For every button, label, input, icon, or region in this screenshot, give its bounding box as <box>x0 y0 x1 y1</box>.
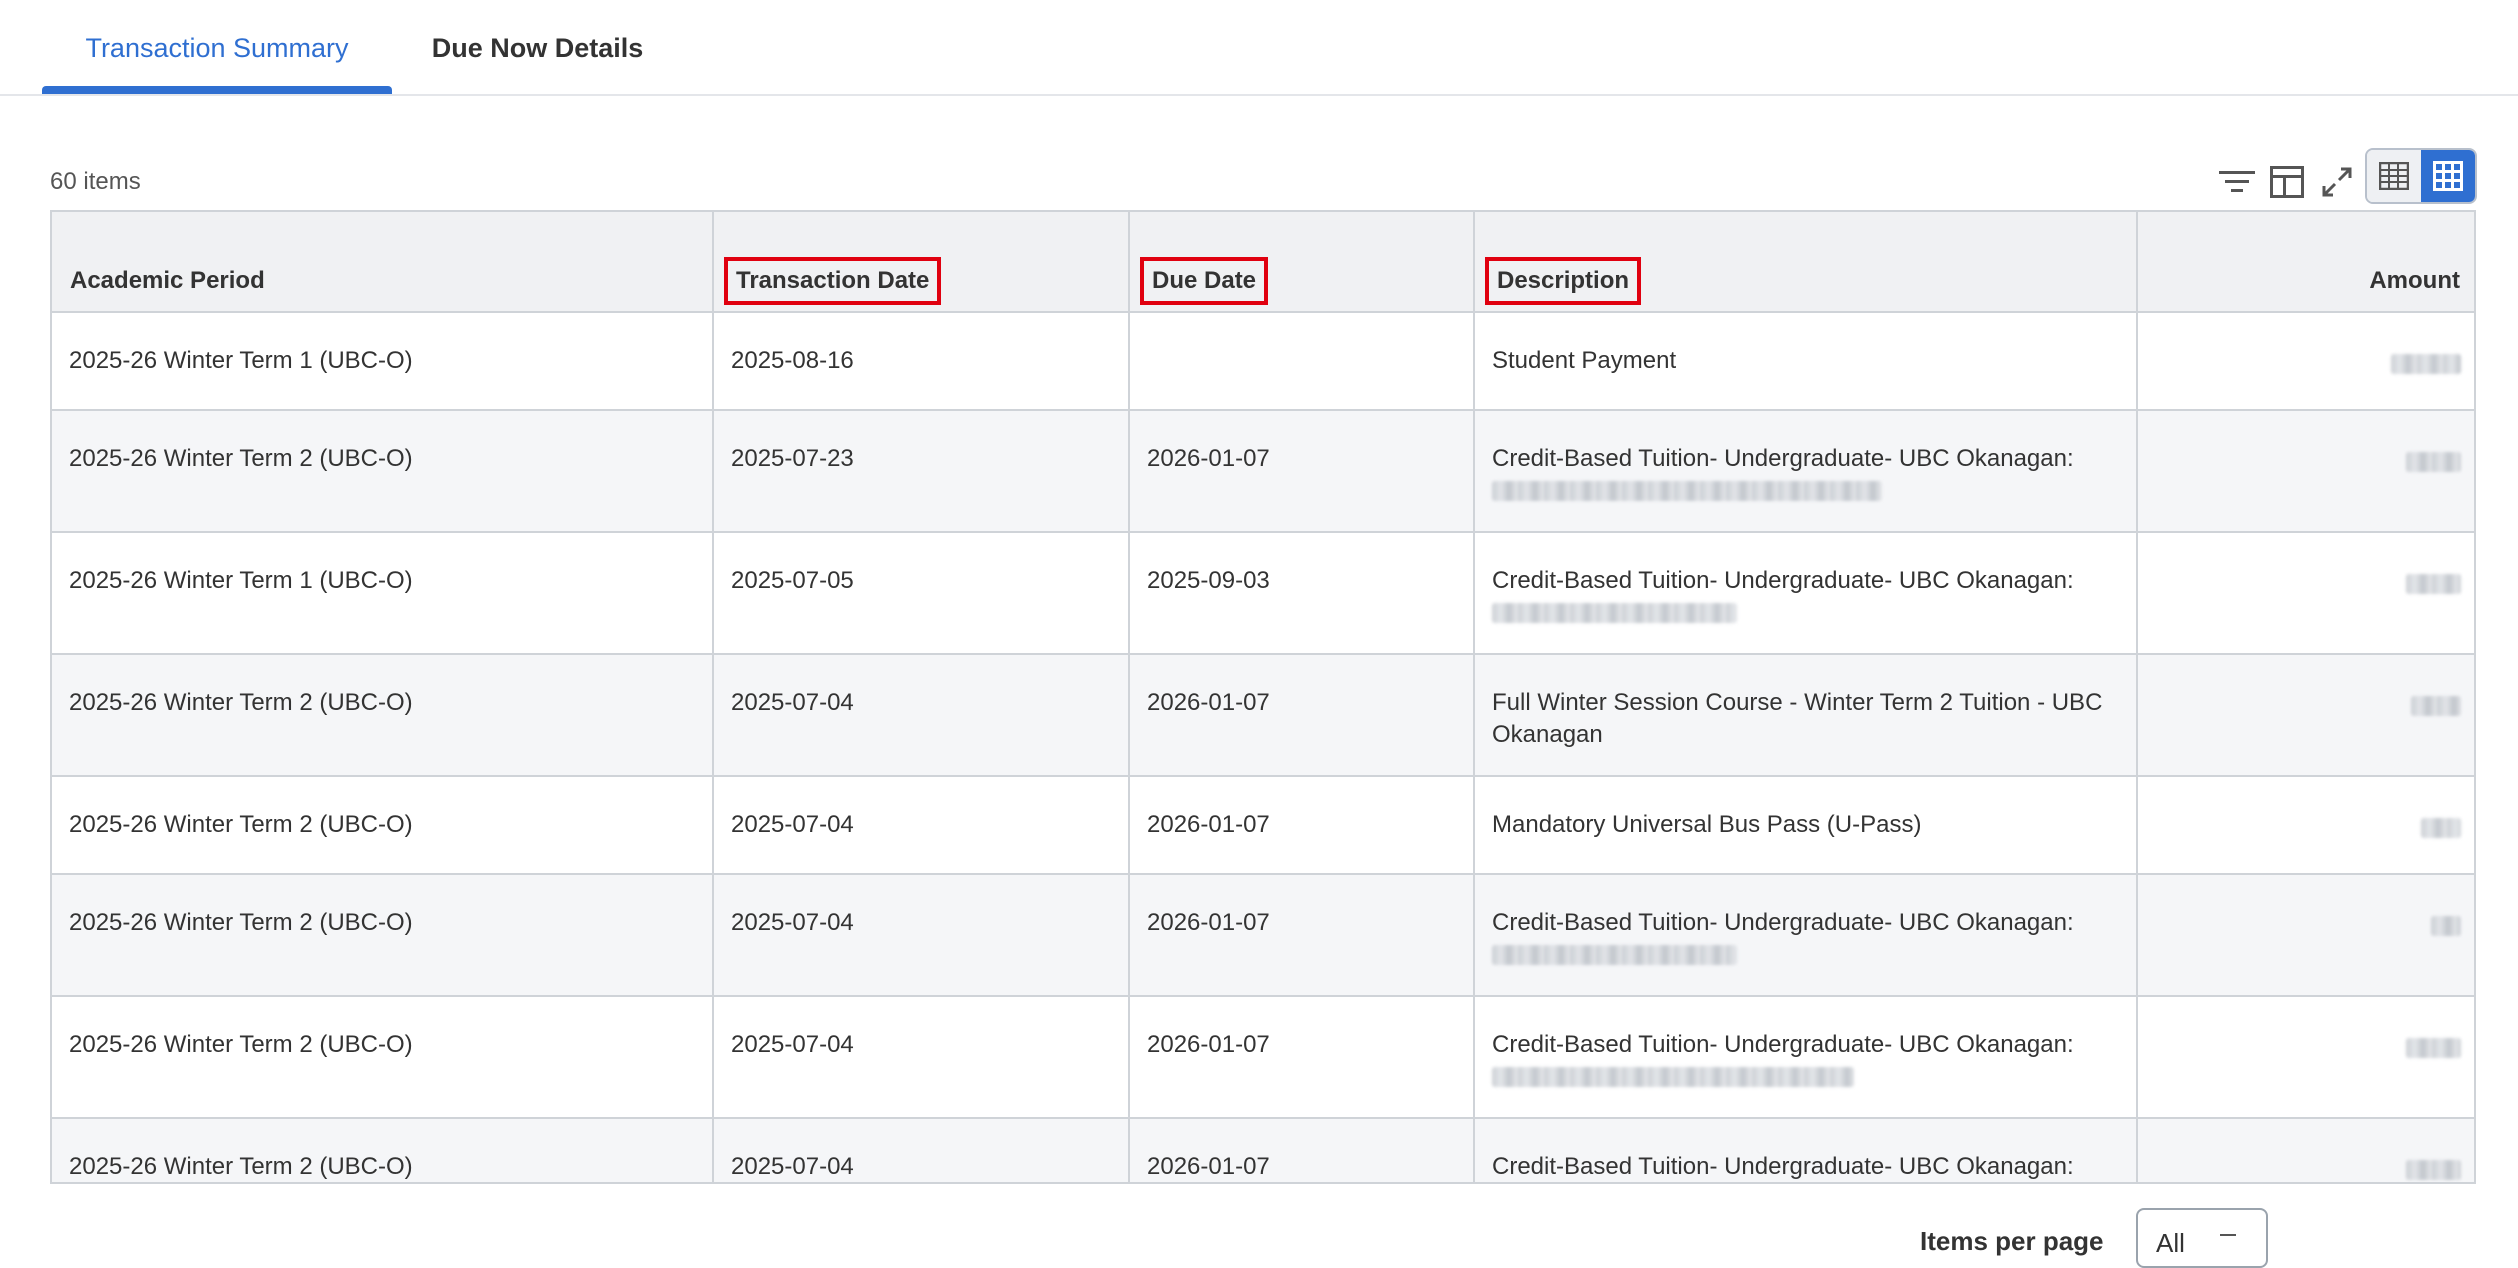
items-per-page-value: All <box>2156 1228 2185 1258</box>
table-view-icon[interactable] <box>2367 150 2421 202</box>
cell-transaction-date: 2025-07-05 <box>713 532 1130 655</box>
redacted-amount <box>2421 817 2461 838</box>
table-row[interactable]: 2025-26 Winter Term 1 (UBC-O) 2025-08-16 S… <box>52 312 2474 411</box>
cell-description: Credit-Based Tuition- Undergraduate- UBC… <box>1474 532 2138 655</box>
cell-transaction-date: 2025-07-04 <box>713 874 1130 997</box>
cell-description: Full Winter Session Course - Winter Term… <box>1474 654 2138 777</box>
cell-amount <box>2137 312 2474 411</box>
description-text: Credit-Based Tuition- Undergraduate- UBC… <box>1492 909 2074 936</box>
cell-due-date: 2026-01-07 <box>1129 996 1475 1119</box>
cell-due-date: 2026-01-07 <box>1129 776 1475 875</box>
tab-due-now-details[interactable]: Due Now Details <box>420 0 655 96</box>
cell-academic-period: 2025-26 Winter Term 2 (UBC-O) <box>52 874 714 997</box>
highlight-box: Description <box>1485 257 1642 305</box>
cell-due-date: 2026-01-07 <box>1129 654 1475 777</box>
cell-transaction-date: 2025-08-16 <box>713 312 1130 411</box>
cell-description: Credit-Based Tuition- Undergraduate- UBC… <box>1474 410 2138 533</box>
table-row[interactable]: 2025-26 Winter Term 2 (UBC-O) 2025-07-04 2… <box>52 654 2474 777</box>
redacted-amount <box>2406 451 2461 472</box>
redacted-course-code <box>1492 1067 1854 1087</box>
filter-icon[interactable] <box>2215 160 2259 204</box>
chevron-down-icon <box>2220 1234 2236 1236</box>
cell-academic-period: 2025-26 Winter Term 2 (UBC-O) <box>52 996 714 1119</box>
tab-label: Transaction Summary <box>85 32 349 63</box>
redacted-course-code <box>1492 481 1882 501</box>
redacted-amount <box>2391 353 2461 374</box>
highlight-box: Transaction Date <box>724 257 942 305</box>
column-header-transaction-date[interactable]: Transaction Date <box>713 212 1130 313</box>
cell-due-date: 2026-01-07 <box>1129 1118 1475 1182</box>
redacted-course-code <box>1492 945 1737 965</box>
grid-view-icon[interactable] <box>2421 150 2475 202</box>
description-text: Credit-Based Tuition- Undergraduate- UBC… <box>1492 567 2074 594</box>
cell-transaction-date: 2025-07-04 <box>713 776 1130 875</box>
table-row[interactable]: 2025-26 Winter Term 2 (UBC-O) 2025-07-04 2… <box>52 1118 2474 1182</box>
items-count: 60 items <box>50 168 141 195</box>
tab-transaction-summary[interactable]: Transaction Summary <box>42 0 392 96</box>
table-row[interactable]: 2025-26 Winter Term 2 (UBC-O) 2025-07-04 2… <box>52 776 2474 875</box>
description-text: Student Payment <box>1492 347 1677 374</box>
redacted-amount <box>2406 1159 2461 1180</box>
table-body: 2025-26 Winter Term 1 (UBC-O) 2025-08-16 S… <box>52 312 2474 1182</box>
cell-amount <box>2137 776 2474 875</box>
table-row[interactable]: 2025-26 Winter Term 2 (UBC-O) 2025-07-23 2… <box>52 410 2474 533</box>
cell-description: Credit-Based Tuition- Undergraduate- UBC… <box>1474 1118 2138 1182</box>
expand-icon[interactable] <box>2315 160 2359 204</box>
redacted-amount <box>2406 573 2461 594</box>
cell-due-date: 2026-01-07 <box>1129 410 1475 533</box>
cell-academic-period: 2025-26 Winter Term 2 (UBC-O) <box>52 410 714 533</box>
cell-academic-period: 2025-26 Winter Term 2 (UBC-O) <box>52 776 714 875</box>
redacted-course-code <box>1492 603 1737 623</box>
cell-description: Credit-Based Tuition- Undergraduate- UBC… <box>1474 874 2138 997</box>
cell-due-date: 2026-01-07 <box>1129 874 1475 997</box>
items-per-page-select[interactable]: All <box>2136 1208 2268 1268</box>
description-text: Credit-Based Tuition- Undergraduate- UBC… <box>1492 1153 2074 1180</box>
cell-amount <box>2137 1118 2474 1182</box>
cell-academic-period: 2025-26 Winter Term 2 (UBC-O) <box>52 654 714 777</box>
table-row[interactable]: 2025-26 Winter Term 1 (UBC-O) 2025-07-05 2… <box>52 532 2474 655</box>
table-header-row: Academic Period Transaction Date Due Dat… <box>52 212 2474 313</box>
cell-transaction-date: 2025-07-04 <box>713 996 1130 1119</box>
cell-academic-period: 2025-26 Winter Term 1 (UBC-O) <box>52 312 714 411</box>
table-row[interactable]: 2025-26 Winter Term 2 (UBC-O) 2025-07-04 2… <box>52 874 2474 997</box>
cell-description: Credit-Based Tuition- Undergraduate- UBC… <box>1474 996 2138 1119</box>
cell-transaction-date: 2025-07-23 <box>713 410 1130 533</box>
transactions-table: Academic Period Transaction Date Due Dat… <box>50 210 2476 1184</box>
column-header-academic-period[interactable]: Academic Period <box>52 212 714 313</box>
cell-amount <box>2137 532 2474 655</box>
description-text: Credit-Based Tuition- Undergraduate- UBC… <box>1492 445 2074 472</box>
items-per-page-label: Items per page <box>1920 1226 2104 1256</box>
cell-description: Mandatory Universal Bus Pass (U-Pass) <box>1474 776 2138 875</box>
redacted-amount <box>2411 695 2461 716</box>
redacted-amount <box>2431 915 2461 936</box>
column-layout-icon[interactable] <box>2265 160 2309 204</box>
cell-due-date: 2025-09-03 <box>1129 532 1475 655</box>
cell-due-date <box>1129 312 1475 411</box>
tab-bar: Transaction Summary Due Now Details <box>0 0 2518 96</box>
column-header-description[interactable]: Description <box>1474 212 2138 313</box>
highlight-box: Due Date <box>1140 257 1269 305</box>
cell-transaction-date: 2025-07-04 <box>713 1118 1130 1182</box>
column-header-amount[interactable]: Amount <box>2137 212 2474 313</box>
cell-transaction-date: 2025-07-04 <box>713 654 1130 777</box>
cell-academic-period: 2025-26 Winter Term 1 (UBC-O) <box>52 532 714 655</box>
description-text: Full Winter Session Course - Winter Term… <box>1492 689 2103 748</box>
cell-amount <box>2137 410 2474 533</box>
cell-amount <box>2137 874 2474 997</box>
cell-description: Student Payment <box>1474 312 2138 411</box>
table-row[interactable]: 2025-26 Winter Term 2 (UBC-O) 2025-07-04 2… <box>52 996 2474 1119</box>
column-header-due-date[interactable]: Due Date <box>1129 212 1475 313</box>
active-tab-indicator <box>42 86 392 94</box>
cell-amount <box>2137 654 2474 777</box>
view-toggle <box>2365 148 2477 204</box>
description-text: Credit-Based Tuition- Undergraduate- UBC… <box>1492 1031 2074 1058</box>
cell-academic-period: 2025-26 Winter Term 2 (UBC-O) <box>52 1118 714 1182</box>
description-text: Mandatory Universal Bus Pass (U-Pass) <box>1492 811 1922 838</box>
tab-label: Due Now Details <box>431 32 644 63</box>
redacted-amount <box>2406 1037 2461 1058</box>
cell-amount <box>2137 996 2474 1119</box>
